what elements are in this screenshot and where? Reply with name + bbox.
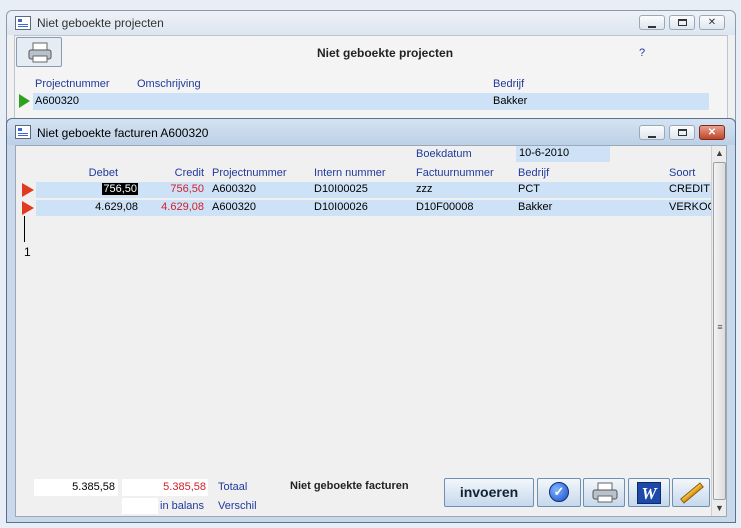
cell-credit: 4.629,08 <box>161 201 204 213</box>
pencil-icon <box>680 482 704 504</box>
table-row[interactable]: 4.629,08 4.629,08 A600320 D10I00026 D10F… <box>36 200 711 216</box>
credit-total-field: 5.385,58 <box>122 479 208 496</box>
col-header-factuurnummer[interactable]: Factuurnummer <box>416 167 494 179</box>
cell-debet: 4.629,08 <box>95 201 138 213</box>
col-header-credit[interactable]: Credit <box>140 167 204 179</box>
col-header-debet[interactable]: Debet <box>56 167 118 179</box>
verschil-label: Verschil <box>218 500 257 512</box>
table-row[interactable]: 756,50 756,50 A600320 D10I00025 zzz PCT … <box>36 182 711 198</box>
projects-window-titlebar[interactable]: Niet geboekte projecten ✕ <box>7 11 735 35</box>
edit-button[interactable] <box>672 478 710 507</box>
record-marker-line <box>24 216 25 242</box>
close-icon: ✕ <box>707 127 717 138</box>
col-header-bedrijf[interactable]: Bedrijf <box>518 167 549 179</box>
check-icon: ✓ <box>549 482 569 502</box>
cell-intern-nummer: D10I00025 <box>314 183 368 195</box>
cell-intern-nummer: D10I00026 <box>314 201 368 213</box>
verschil-value-field <box>122 498 158 514</box>
row-arrow-icon <box>22 201 34 215</box>
col-header-projectnummer[interactable]: Projectnummer <box>35 78 110 90</box>
cell-factuurnummer: zzz <box>416 183 433 195</box>
print-button[interactable] <box>583 478 625 507</box>
minimize-button[interactable] <box>639 125 665 140</box>
cell-soort: VERKOO <box>669 201 711 213</box>
projects-window-title: Niet geboekte projecten <box>37 16 164 30</box>
record-number: 1 <box>24 245 31 259</box>
cell-bedrijf: Bakker <box>518 201 553 213</box>
cell-bedrijf: PCT <box>518 183 540 195</box>
confirm-button[interactable]: ✓ <box>537 478 581 507</box>
current-row-arrow-icon <box>19 94 30 108</box>
cell-projectnummer: A600320 <box>212 201 257 213</box>
help-link[interactable]: ? <box>639 47 645 59</box>
minimize-button[interactable] <box>639 15 665 30</box>
boekdatum-field[interactable]: 10-6-2010 <box>516 146 610 162</box>
cell-debet[interactable]: 756,50 <box>88 183 138 195</box>
invoeren-button[interactable]: invoeren <box>444 478 534 507</box>
boekdatum-label: Boekdatum <box>416 148 472 160</box>
invoices-window-titlebar[interactable]: Niet geboekte facturen A600320 ✕ <box>7 119 735 145</box>
close-button[interactable]: ✕ <box>699 125 725 140</box>
minimize-icon <box>648 26 656 28</box>
col-header-projectnummer[interactable]: Projectnummer <box>212 167 287 179</box>
printer-icon <box>592 482 618 503</box>
word-icon: W <box>637 482 661 504</box>
cell-factuurnummer: D10F00008 <box>416 201 474 213</box>
current-row-arrow-icon <box>22 183 34 197</box>
word-export-button[interactable]: W <box>628 478 670 507</box>
projects-heading: Niet geboekte projecten <box>317 46 454 60</box>
cell-credit: 756,50 <box>170 183 204 195</box>
projects-window: Niet geboekte projecten ✕ Niet geboekte … <box>6 10 736 128</box>
cell-bedrijf: Bakker <box>493 95 528 107</box>
cell-debet-text: 756,50 <box>102 183 138 195</box>
col-header-bedrijf[interactable]: Bedrijf <box>493 78 524 90</box>
scroll-up-icon[interactable]: ▲ <box>712 146 727 161</box>
col-header-omschrijving[interactable]: Omschrijving <box>137 78 201 90</box>
window-app-icon <box>15 125 31 139</box>
window-app-icon <box>15 16 31 30</box>
maximize-icon <box>677 129 687 136</box>
vertical-scrollbar[interactable]: ▲ ≡ ▼ <box>711 146 726 516</box>
balance-status: in balans <box>160 500 205 512</box>
projects-window-body: Niet geboekte projecten ? Projectnummer … <box>14 35 728 127</box>
scroll-thumb[interactable]: ≡ <box>713 162 726 500</box>
cell-projectnummer: A600320 <box>35 95 80 107</box>
printer-icon <box>28 42 52 63</box>
maximize-button[interactable] <box>669 125 695 140</box>
maximize-button[interactable] <box>669 15 695 30</box>
close-button[interactable]: ✕ <box>699 15 725 30</box>
cell-soort: CREDIT <box>669 183 710 195</box>
totaal-label: Totaal <box>218 481 248 493</box>
footer-title: Niet geboekte facturen <box>290 480 409 492</box>
close-icon: ✕ <box>707 17 717 28</box>
debet-total-field: 5.385,58 <box>34 479 118 496</box>
table-row[interactable]: A600320 Bakker <box>33 93 709 110</box>
minimize-icon <box>648 136 656 138</box>
print-button[interactable] <box>16 37 62 67</box>
invoices-window-title: Niet geboekte facturen A600320 <box>37 126 209 140</box>
invoices-window: Niet geboekte facturen A600320 ✕ Boekdat… <box>6 118 736 523</box>
maximize-icon <box>677 19 687 26</box>
cell-projectnummer: A600320 <box>212 183 257 195</box>
col-header-soort[interactable]: Soort <box>669 167 695 179</box>
scroll-down-icon[interactable]: ▼ <box>712 501 727 516</box>
grip-icon: ≡ <box>717 322 723 332</box>
invoices-window-body: Boekdatum 10-6-2010 Debet Credit Project… <box>15 145 727 517</box>
col-header-intern-nummer[interactable]: Intern nummer <box>314 167 386 179</box>
